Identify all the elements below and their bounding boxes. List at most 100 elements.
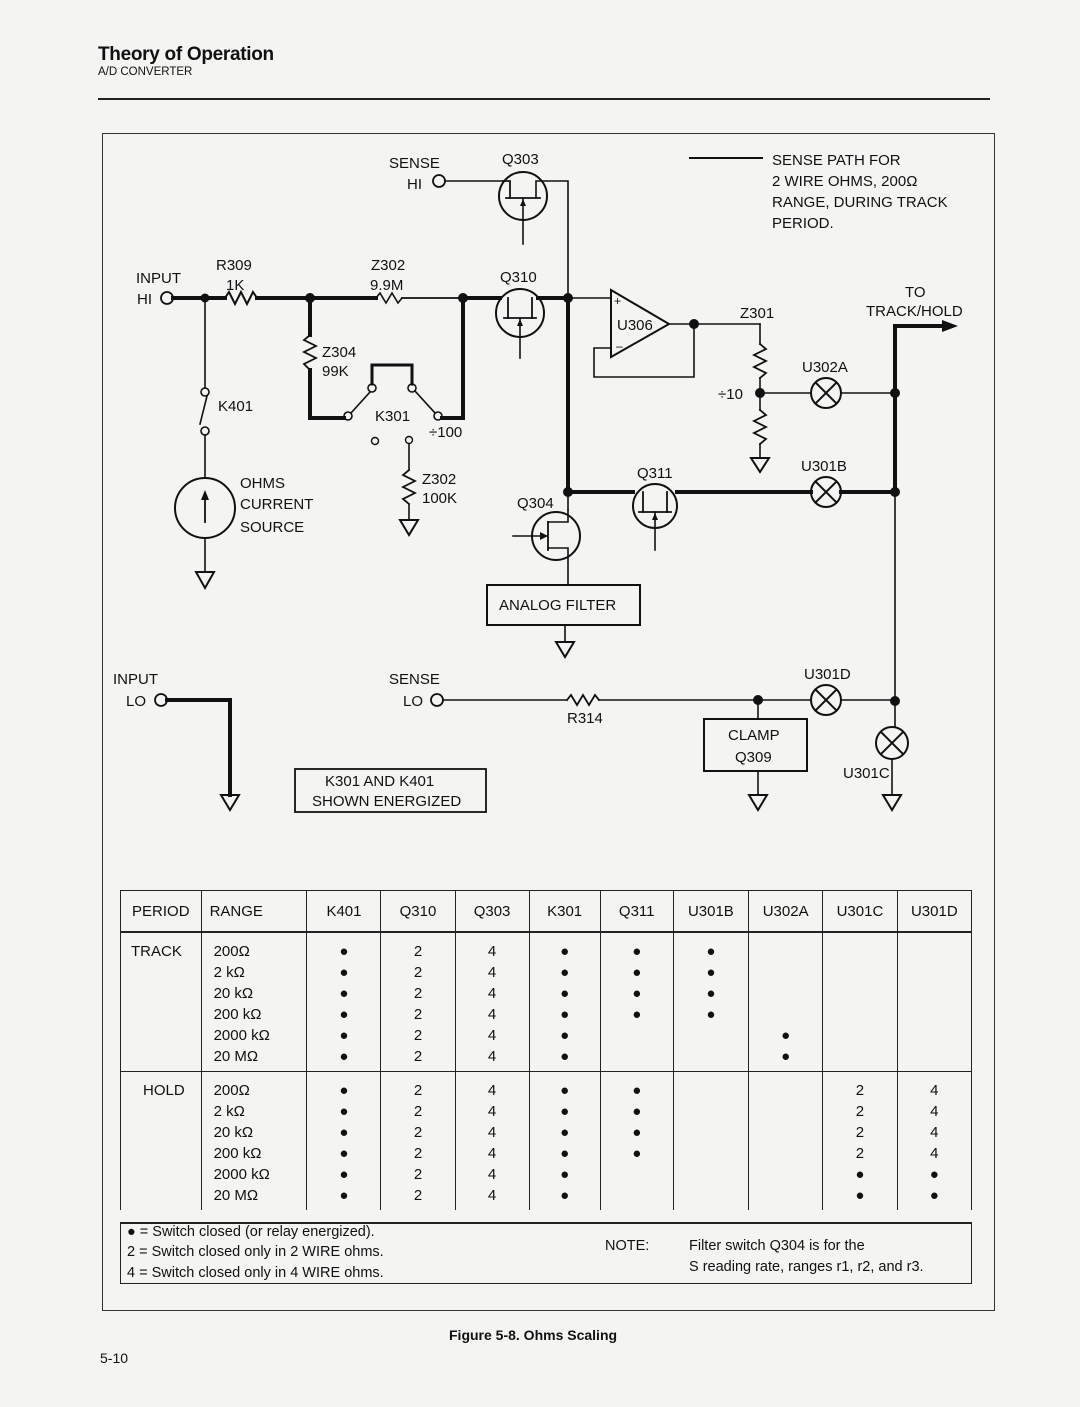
switch-state: 2 — [413, 943, 423, 960]
ground-symbol — [194, 571, 216, 591]
input-lo-label-2: LO — [126, 693, 146, 710]
table-header-row: PERIOD RANGE K401 Q310 Q303 K301 Q311 U3… — [120, 890, 973, 933]
switch-state — [898, 1046, 971, 1067]
switch-state — [898, 1025, 971, 1046]
q303-label: Q303 — [502, 151, 539, 168]
z302-9.9m-resistor — [374, 291, 404, 305]
z301-upper-resistor — [751, 342, 769, 380]
u301b-switch — [810, 476, 842, 508]
switch-state: ● — [560, 1027, 570, 1044]
r309-value: 1K — [226, 277, 244, 294]
switch-state: 4 — [487, 985, 497, 1002]
sense-hi-label-2: HI — [407, 176, 422, 193]
ohms-source-label-1: OHMS — [240, 475, 285, 492]
u301d-label: U301D — [804, 666, 851, 683]
switch-state: ● — [339, 1006, 349, 1023]
switch-state: ● — [339, 1048, 349, 1065]
switch-state: ● — [339, 943, 349, 960]
switch-state: 4 — [930, 1103, 939, 1120]
range-value: 200 kΩ — [213, 1006, 262, 1023]
col-header: Q310 — [380, 890, 456, 933]
switch-state: ● — [632, 1124, 642, 1141]
switch-state: 4 — [487, 1048, 497, 1065]
switch-state: ● — [560, 964, 570, 981]
switch-state — [749, 1164, 822, 1185]
switch-state — [674, 1101, 748, 1122]
ground-symbol — [747, 794, 769, 812]
legend-line-2: 2 WIRE OHMS, 200Ω — [772, 173, 917, 190]
u301c-switch — [875, 726, 909, 760]
note-label: NOTE: — [605, 1238, 650, 1254]
switch-state: ● — [339, 1027, 349, 1044]
k401-label: K401 — [218, 398, 253, 415]
switch-state — [823, 1025, 896, 1046]
switch-state — [749, 1122, 822, 1143]
switch-column-q303: 4 4 4 4 4 4 — [454, 932, 530, 1072]
switch-state — [898, 983, 971, 1004]
legend-2-meaning: 2 = Switch closed only in 2 WIRE ohms. — [127, 1244, 384, 1260]
switch-state: ● — [632, 1006, 642, 1023]
switch-state: 2 — [855, 1082, 865, 1099]
switch-state: 4 — [487, 1103, 497, 1120]
switch-state: ● — [929, 1166, 939, 1183]
u302a-switch — [810, 377, 842, 409]
r314-label: R314 — [567, 710, 603, 727]
switch-state: 2 — [413, 1124, 423, 1141]
input-hi-label-2: HI — [137, 291, 152, 308]
ground-symbol — [881, 794, 903, 812]
sense-lo-label-1: SENSE — [389, 671, 440, 688]
switch-state: ● — [632, 1082, 642, 1099]
range-value: 2 kΩ — [213, 1103, 245, 1120]
switch-state: 2 — [855, 1103, 865, 1120]
switch-state: 4 — [930, 1082, 939, 1099]
switch-column-q303: 4 4 4 4 4 4 — [454, 1071, 530, 1210]
energized-note-line-1: K301 AND K401 — [325, 773, 434, 790]
switch-state: ● — [632, 964, 642, 981]
col-header: U302A — [748, 890, 824, 933]
u301d-switch — [810, 684, 842, 716]
switch-column-k401: ● ● ● ● ● ● — [306, 1071, 382, 1210]
switch-state — [749, 1004, 822, 1025]
range-value: 2 kΩ — [213, 964, 245, 981]
switch-state: ● — [339, 1103, 349, 1120]
analog-filter-label: ANALOG FILTER — [499, 597, 616, 614]
q309-label: Q309 — [735, 749, 772, 766]
range-value: 2000 kΩ — [213, 1027, 270, 1044]
sense-lo-label-2: LO — [403, 693, 423, 710]
r309-label: R309 — [216, 257, 252, 274]
range-cell: 200Ω 2 kΩ 20 kΩ 200 kΩ 2000 kΩ 20 MΩ — [200, 932, 308, 1072]
range-value: 20 kΩ — [213, 1124, 254, 1141]
period-cell: TRACK — [120, 932, 202, 1072]
switch-state: 4 — [487, 1166, 497, 1183]
k301-switch-a — [349, 390, 372, 415]
k401-switch-blade — [199, 395, 208, 425]
switch-state: ● — [706, 985, 716, 1002]
switch-state: ● — [560, 1006, 570, 1023]
range-value: 200Ω — [213, 1082, 250, 1099]
sense-lo-terminal — [430, 693, 444, 707]
switch-state — [823, 983, 896, 1004]
switch-state — [749, 1080, 822, 1101]
switch-state — [749, 983, 822, 1004]
col-header: K401 — [306, 890, 382, 933]
col-header: Q303 — [454, 890, 530, 933]
switch-state — [674, 1025, 748, 1046]
track-hold-arrow — [942, 320, 958, 332]
switch-state — [823, 941, 896, 962]
switch-state: ● — [560, 1166, 570, 1183]
sense-hi-terminal — [432, 174, 446, 188]
ohms-scaling-schematic: + – SENSE PATH FOR 2 WIRE OHMS, 200Ω RAN… — [113, 151, 963, 813]
switch-state — [749, 962, 822, 983]
switch-state: ● — [339, 985, 349, 1002]
switch-state — [601, 1046, 673, 1067]
legend-line-3: RANGE, DURING TRACK — [772, 194, 948, 211]
switch-state — [749, 1101, 822, 1122]
switch-state: ● — [781, 1048, 791, 1065]
switch-state: ● — [632, 1103, 642, 1120]
ohms-source-label-2: CURRENT — [240, 496, 313, 513]
switch-state — [823, 962, 896, 983]
table-group-track: TRACK 200Ω 2 kΩ 20 kΩ 200 kΩ 2000 kΩ 20 MΩ ● ● ● ●… — [120, 932, 973, 1072]
switch-state: 2 — [413, 985, 423, 1002]
switch-state: ● — [632, 1145, 642, 1162]
figure-caption: Figure 5-8. Ohms Scaling — [449, 1327, 618, 1343]
